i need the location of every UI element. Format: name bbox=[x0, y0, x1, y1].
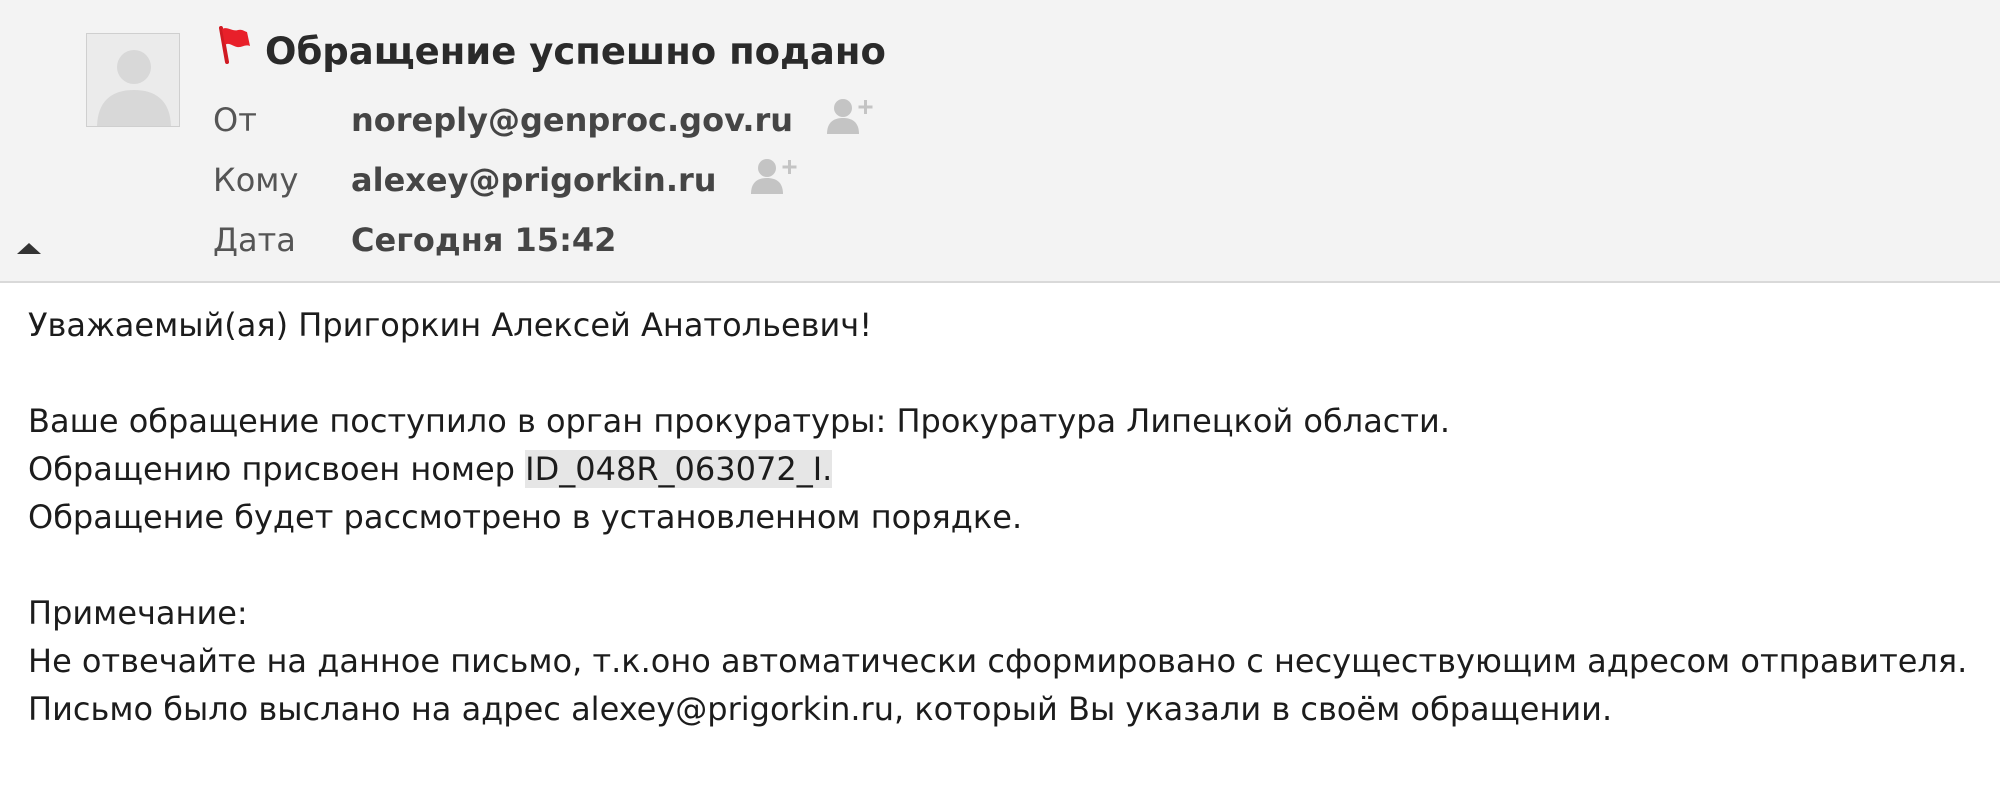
add-contact-icon[interactable] bbox=[826, 96, 876, 138]
note-line-noreply: Не отвечайте на данное письмо, т.к.оно а… bbox=[28, 642, 1968, 680]
from-label: От bbox=[213, 101, 257, 139]
body-line-number: Обращению присвоен номер ID_048R_063072_… bbox=[28, 445, 1988, 493]
flag-icon[interactable] bbox=[217, 26, 253, 64]
avatar-placeholder-icon bbox=[86, 33, 180, 127]
note-title: Примечание: bbox=[28, 594, 248, 632]
date-value: Сегодня 15:42 bbox=[351, 221, 617, 259]
from-address-group: noreply@genproc.gov.ru bbox=[351, 95, 876, 145]
greeting: Уважаемый(ая) Пригоркин Алексей Анатолье… bbox=[28, 306, 873, 344]
message-header: Обращение успешно подано От noreply@genp… bbox=[0, 0, 2000, 283]
message-body: Уважаемый(ая) Пригоркин Алексей Анатолье… bbox=[28, 301, 1988, 733]
number-prefix: Обращению присвоен номер bbox=[28, 450, 526, 488]
body-line-review: Обращение будет рассмотрено в установлен… bbox=[28, 498, 1023, 536]
note-line-address: Письмо было выслано на адрес alexey@prig… bbox=[28, 690, 1613, 728]
add-contact-icon[interactable] bbox=[750, 156, 800, 198]
collapse-triangle-icon[interactable] bbox=[14, 238, 44, 258]
body-line-authority: Ваше обращение поступило в орган прокура… bbox=[28, 402, 1450, 440]
date-label: Дата bbox=[213, 221, 296, 259]
from-address[interactable]: noreply@genproc.gov.ru bbox=[351, 101, 793, 139]
to-address[interactable]: alexey@prigorkin.ru bbox=[351, 161, 717, 199]
appeal-id: ID_048R_063072_I. bbox=[525, 450, 833, 488]
to-label: Кому bbox=[213, 161, 299, 199]
to-address-group: alexey@prigorkin.ru bbox=[351, 155, 800, 205]
message-subject: Обращение успешно подано bbox=[265, 30, 886, 73]
